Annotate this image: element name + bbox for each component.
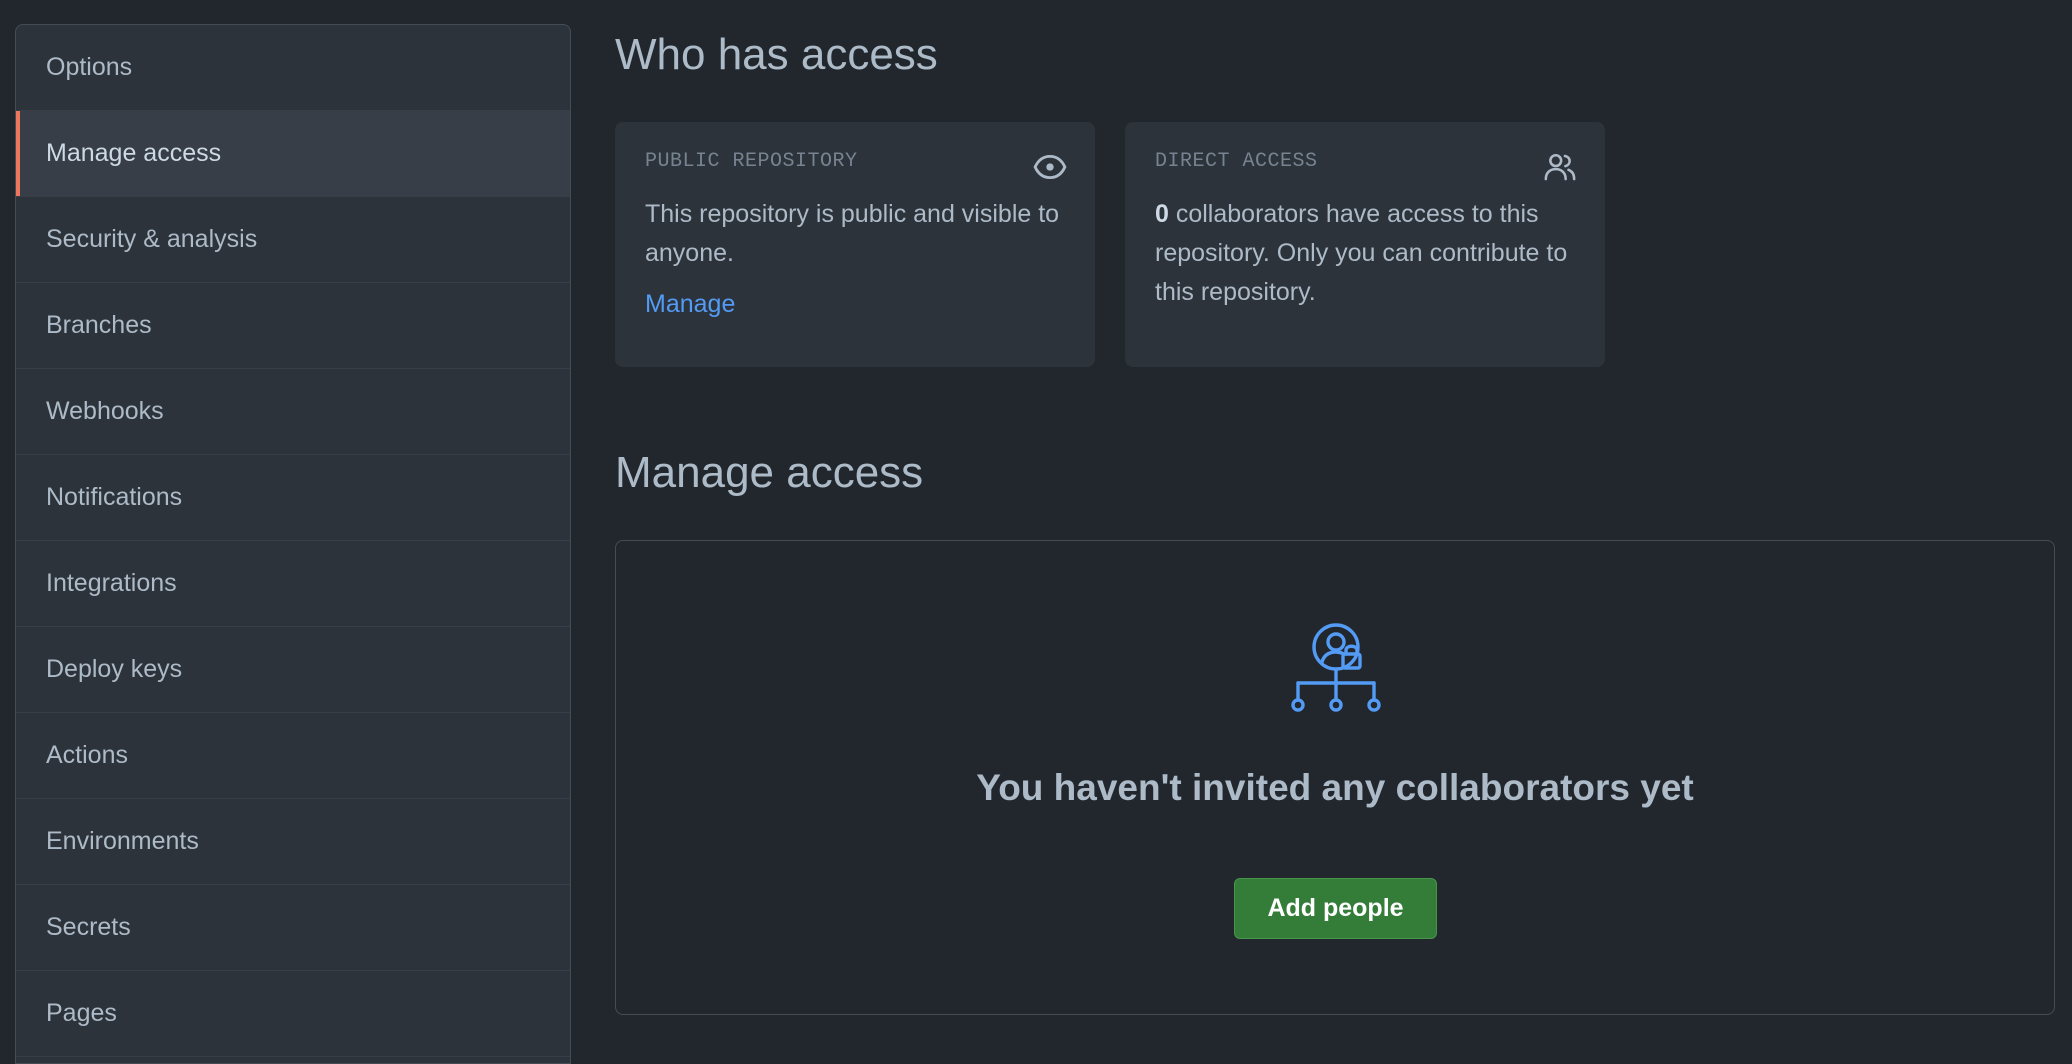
public-repository-card: PUBLIC REPOSITORY This repository is pub…: [615, 122, 1095, 367]
public-repository-description: This repository is public and visible to…: [645, 200, 1060, 267]
sidebar-item-notifications[interactable]: Notifications: [16, 455, 570, 541]
direct-access-label: DIRECT ACCESS: [1155, 150, 1318, 173]
sidebar-item-label: Deploy keys: [46, 655, 183, 683]
empty-state-title: You haven't invited any collaborators ye…: [976, 767, 1694, 808]
manage-visibility-link[interactable]: Manage: [645, 290, 735, 319]
sidebar-item-label: Manage access: [46, 139, 222, 167]
sidebar-item-security-analysis[interactable]: Security & analysis: [16, 197, 570, 283]
collaborator-count: 0: [1155, 200, 1169, 228]
sidebar-item-label: Webhooks: [46, 397, 164, 425]
who-has-access-heading: Who has access: [615, 30, 938, 79]
direct-access-description: 0 collaborators have access to this repo…: [1155, 195, 1575, 312]
sidebar-item-label: Integrations: [46, 569, 177, 597]
sidebar-item-pages[interactable]: Pages: [16, 971, 570, 1057]
sidebar-item-label: Actions: [46, 741, 128, 769]
collaborators-empty-state: You haven't invited any collaborators ye…: [615, 540, 2055, 1015]
sidebar-item-label: Notifications: [46, 483, 183, 511]
sidebar-item-label: Secrets: [46, 913, 131, 941]
main-content: Who has access PUBLIC REPOSITORY This re…: [615, 0, 2055, 1042]
public-repository-label: PUBLIC REPOSITORY: [645, 150, 858, 173]
sidebar-item-branches[interactable]: Branches: [16, 283, 570, 369]
manage-access-heading: Manage access: [615, 448, 924, 497]
eye-icon: [1033, 154, 1067, 180]
direct-access-text: collaborators have access to this reposi…: [1155, 200, 1568, 306]
sidebar-item-label: Pages: [46, 999, 117, 1027]
sidebar-item-label: Branches: [46, 311, 152, 339]
sidebar-item-label: Environments: [46, 827, 199, 855]
person-lock-network-icon: [1291, 623, 1381, 712]
sidebar-item-label: Options: [46, 53, 133, 81]
sidebar-item-options[interactable]: Options: [16, 25, 570, 111]
sidebar-item-manage-access[interactable]: Manage access: [16, 111, 570, 197]
sidebar-item-secrets[interactable]: Secrets: [16, 885, 570, 971]
sidebar-item-actions[interactable]: Actions: [16, 713, 570, 799]
settings-sidebar: Options Manage access Security & analysi…: [15, 24, 571, 1064]
add-people-button[interactable]: Add people: [1234, 878, 1437, 939]
direct-access-card: DIRECT ACCESS 0 collaborators have acces…: [1125, 122, 1605, 367]
sidebar-item-webhooks[interactable]: Webhooks: [16, 369, 570, 455]
people-icon: [1544, 153, 1576, 181]
sidebar-item-environments[interactable]: Environments: [16, 799, 570, 885]
sidebar-item-integrations[interactable]: Integrations: [16, 541, 570, 627]
sidebar-item-label: Security & analysis: [46, 225, 258, 253]
sidebar-item-deploy-keys[interactable]: Deploy keys: [16, 627, 570, 713]
